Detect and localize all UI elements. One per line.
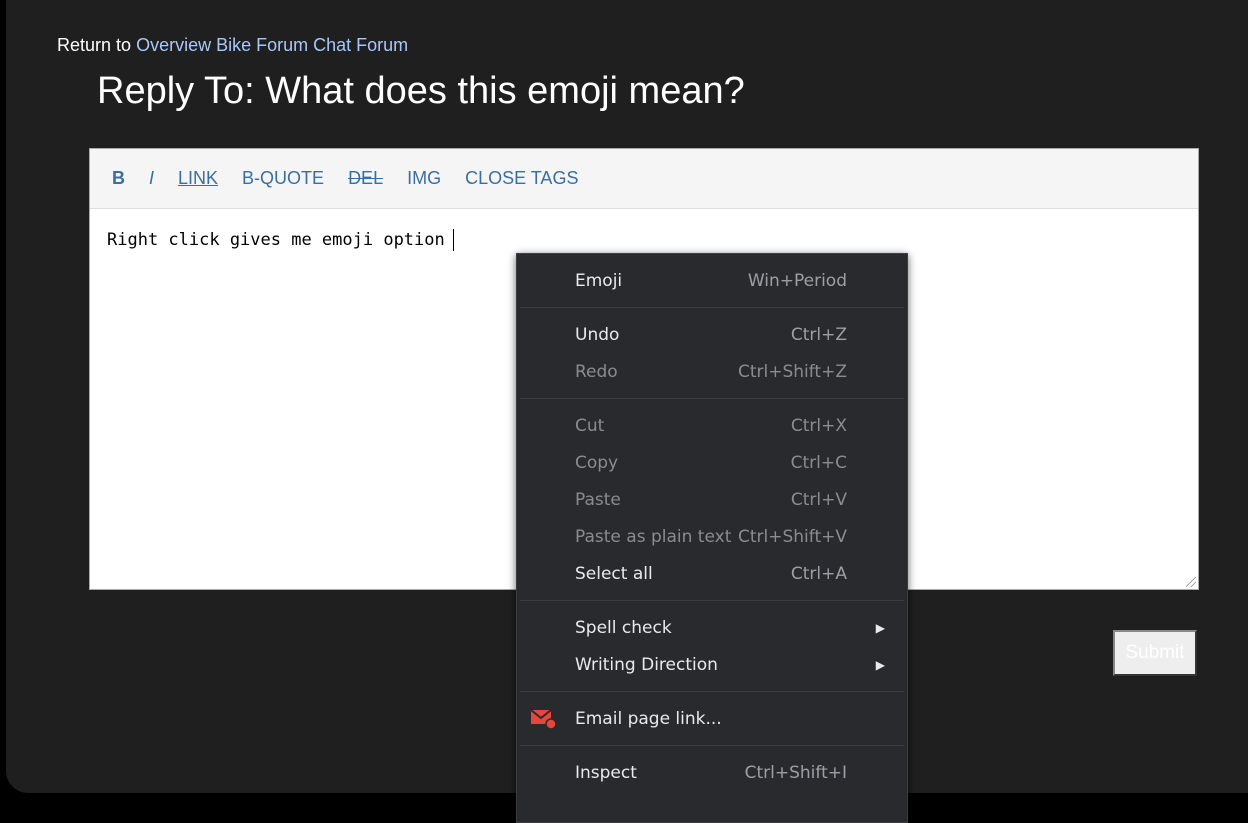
menu-item-inspect[interactable]: Inspect Ctrl+Shift+I (517, 754, 907, 791)
bquote-button[interactable]: B-QUOTE (242, 168, 324, 189)
menu-shortcut: Ctrl+A (790, 563, 847, 584)
menu-item-paste-plain[interactable]: Paste as plain text Ctrl+Shift+V (517, 518, 907, 555)
menu-label: Redo (575, 361, 618, 382)
resize-grip-icon[interactable] (1186, 577, 1196, 587)
close-tags-button[interactable]: CLOSE TAGS (465, 168, 578, 189)
menu-label: Inspect (575, 762, 637, 783)
img-button[interactable]: IMG (407, 168, 441, 189)
menu-shortcut: Ctrl+Z (790, 324, 847, 345)
menu-label: Writing Direction (575, 654, 718, 675)
menu-label: Copy (575, 452, 619, 473)
menu-separator (520, 307, 904, 308)
menu-item-email-link[interactable]: Email page link... (517, 700, 907, 737)
menu-item-copy[interactable]: Copy Ctrl+C (517, 444, 907, 481)
menu-item-cut[interactable]: Cut Ctrl+X (517, 407, 907, 444)
menu-shortcut: Win+Period (747, 270, 847, 291)
bold-button[interactable]: B (112, 168, 125, 189)
submenu-arrow-icon: ▶ (875, 620, 885, 635)
page-title: Reply To: What does this emoji mean? (97, 70, 745, 112)
italic-button[interactable]: I (149, 168, 154, 189)
menu-label: Email page link... (575, 708, 722, 729)
email-icon (530, 708, 557, 735)
menu-shortcut: Ctrl+Shift+I (744, 762, 847, 783)
menu-label: Spell check (575, 617, 672, 638)
textarea-content: Right click gives me emoji option (107, 230, 445, 250)
menu-item-spell-check[interactable]: Spell check ▶ (517, 609, 907, 646)
breadcrumb: Return to Overview Bike Forum Chat Forum (57, 35, 408, 56)
menu-separator (520, 398, 904, 399)
submenu-arrow-icon: ▶ (875, 657, 885, 672)
menu-shortcut: Ctrl+C (790, 452, 847, 473)
menu-shortcut: Ctrl+Shift+Z (737, 361, 847, 382)
menu-item-paste[interactable]: Paste Ctrl+V (517, 481, 907, 518)
menu-shortcut: Ctrl+V (790, 489, 847, 510)
context-menu: Emoji Win+Period Undo Ctrl+Z Redo Ctrl+Shif… (516, 253, 908, 823)
menu-label: Cut (575, 415, 605, 436)
menu-label: Paste (575, 489, 621, 510)
menu-label: Undo (575, 324, 620, 345)
menu-separator (520, 600, 904, 601)
menu-item-redo[interactable]: Redo Ctrl+Shift+Z (517, 353, 907, 390)
menu-shortcut: Ctrl+X (790, 415, 847, 436)
del-button[interactable]: DEL (348, 168, 383, 189)
menu-item-emoji[interactable]: Emoji Win+Period (517, 262, 907, 299)
breadcrumb-prefix: Return to (57, 35, 132, 55)
editor-toolbar: B I LINK B-QUOTE DEL IMG CLOSE TAGS (90, 149, 1198, 209)
breadcrumb-forum-link[interactable]: Overview Bike Forum Chat Forum (136, 35, 408, 55)
menu-item-undo[interactable]: Undo Ctrl+Z (517, 316, 907, 353)
menu-item-writing-direction[interactable]: Writing Direction ▶ (517, 646, 907, 683)
submit-button[interactable]: Submit (1113, 630, 1197, 676)
menu-label: Emoji (575, 270, 623, 291)
menu-shortcut: Ctrl+Shift+V (737, 526, 847, 547)
menu-label: Select all (575, 563, 653, 584)
reply-textarea[interactable]: Right click gives me emoji option (107, 229, 454, 251)
menu-item-select-all[interactable]: Select all Ctrl+A (517, 555, 907, 592)
menu-separator (520, 691, 904, 692)
text-caret (452, 229, 454, 251)
menu-separator (520, 745, 904, 746)
menu-label: Paste as plain text (575, 526, 732, 547)
link-button[interactable]: LINK (178, 168, 218, 189)
